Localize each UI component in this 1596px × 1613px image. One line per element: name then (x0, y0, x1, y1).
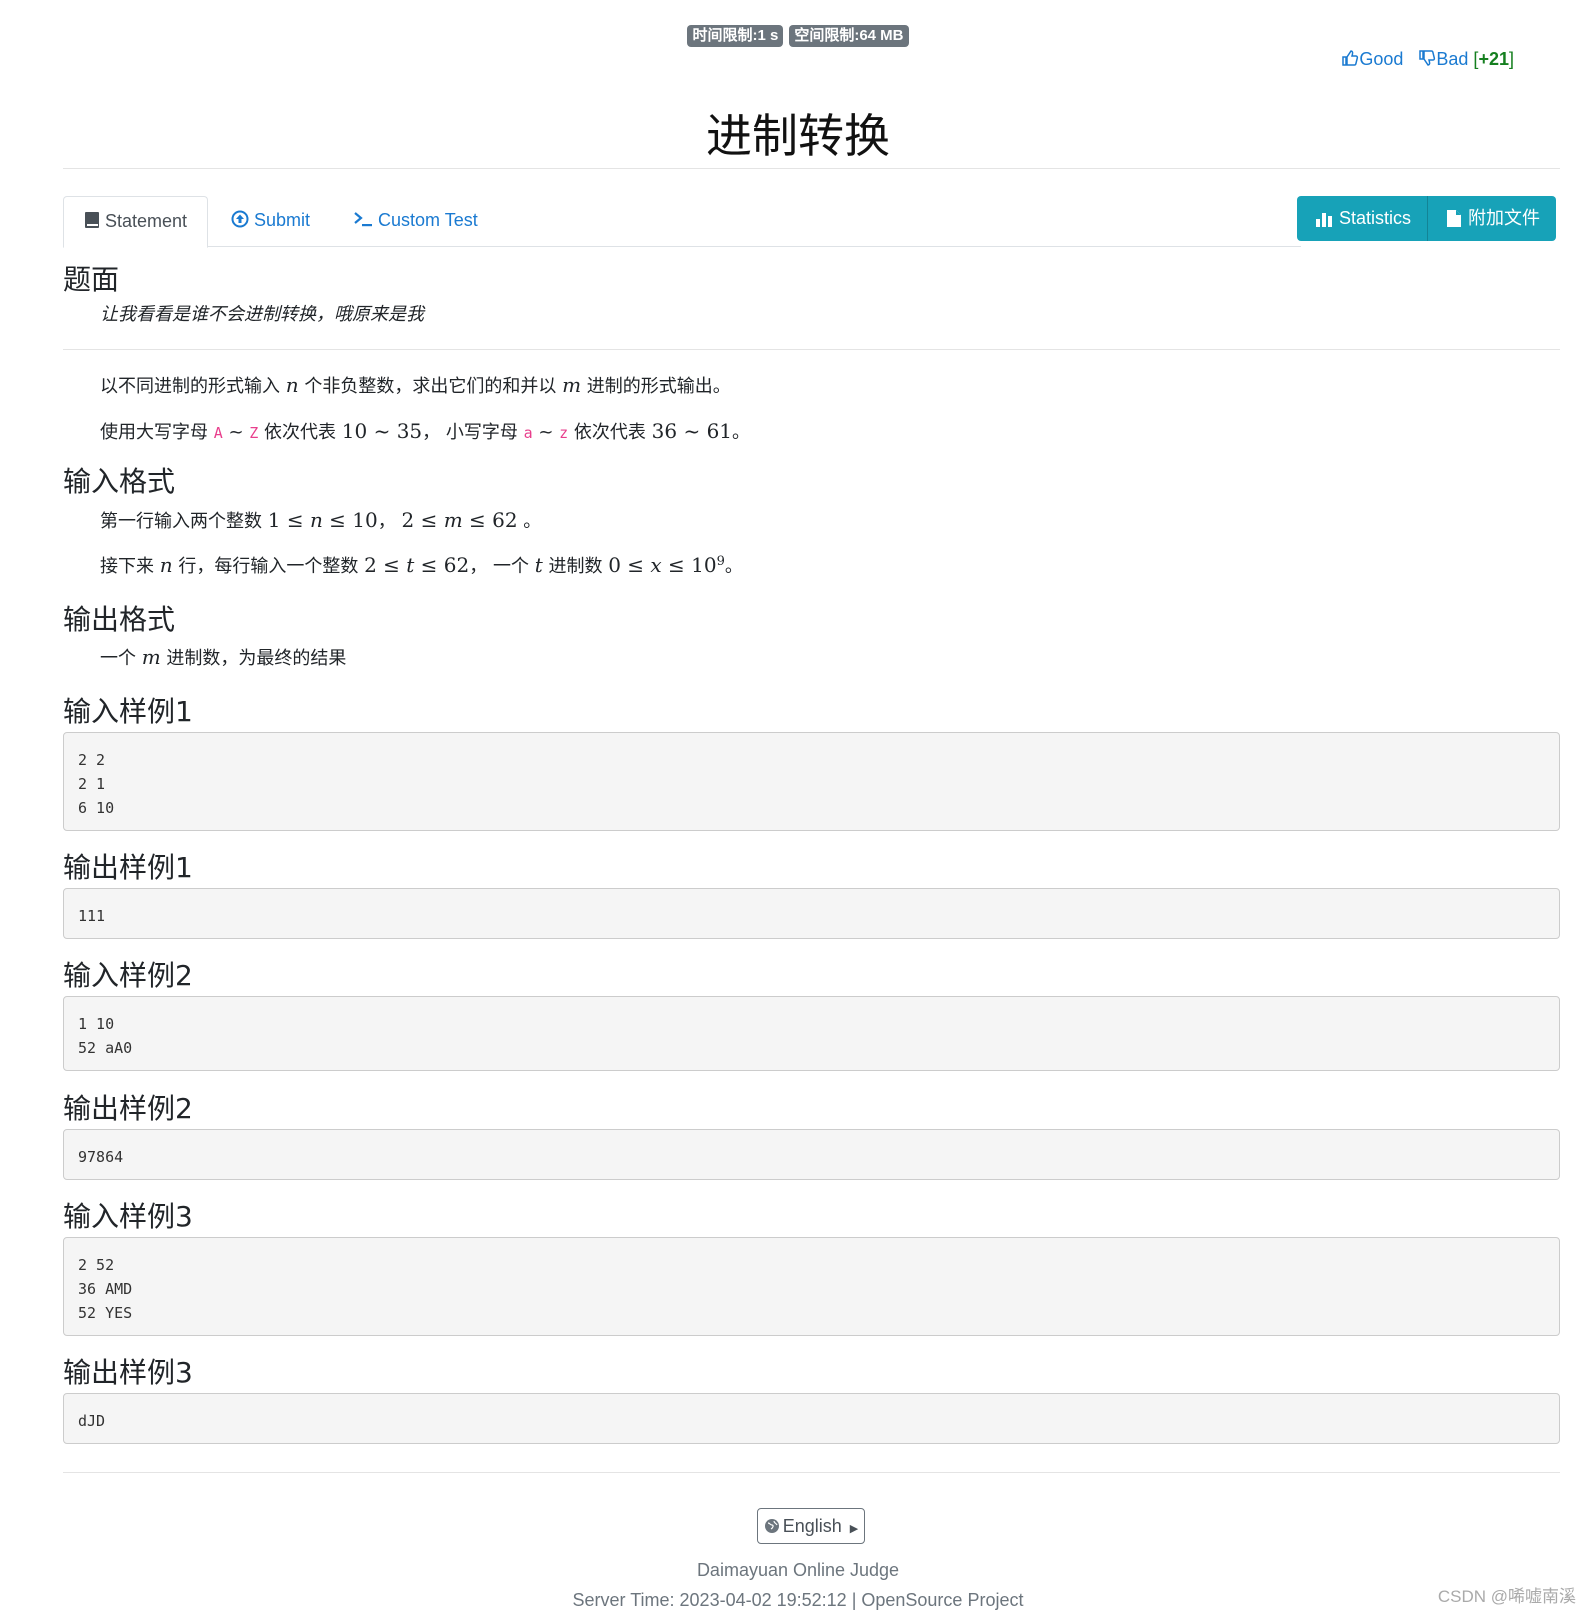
vote-score: +21 (1478, 49, 1509, 69)
statement-heading: 题面 (63, 263, 120, 296)
tab-statement-label: Statement (105, 211, 188, 231)
var-n: n (285, 373, 299, 397)
sample-input-1-heading: 输入样例1 (63, 695, 193, 728)
caret-right-icon: ▶ (849, 1523, 859, 1535)
footer-divider (63, 1472, 1560, 1473)
sample-output-2[interactable]: 97864 (63, 1129, 1560, 1180)
sample-output-2-heading: 输出样例2 (63, 1092, 193, 1125)
thumbs-down-icon (1419, 50, 1436, 66)
output-format-heading: 输出格式 (63, 603, 176, 636)
sample-input-3-heading: 输入样例3 (63, 1200, 193, 1233)
book-icon (85, 212, 99, 228)
site-name: Daimayuan Online Judge (696, 1560, 900, 1580)
sample-output-1[interactable]: 111 (63, 888, 1560, 939)
footer-info: Server Time: 2023-04-02 19:52:12 | OpenS… (572, 1590, 1024, 1610)
sample-input-2[interactable]: 1 10 52 aA0 (63, 996, 1560, 1071)
thumbs-up-icon (1342, 50, 1359, 66)
statement-quote: 让我看看是谁不会进制转换，哦原来是我 (100, 304, 424, 325)
code-lower-z: z (559, 424, 569, 442)
terminal-icon (354, 212, 372, 227)
attachments-button[interactable]: 附加文件 (1428, 196, 1556, 241)
tab-submit-label: Submit (254, 210, 311, 230)
code-upper-z: Z (249, 424, 259, 442)
sample-output-1-heading: 输出样例1 (63, 851, 193, 884)
memory-limit-badge: 空间限制:64 MB (789, 25, 909, 47)
tab-custom-test[interactable]: Custom Test (353, 196, 478, 247)
statistics-label: Statistics (1338, 208, 1411, 228)
language-select-button[interactable]: English ▶ (757, 1508, 865, 1544)
file-icon (1447, 210, 1461, 227)
watermark: CSDN @唏嘘南溪 (1437, 1587, 1576, 1606)
sample-output-3-heading: 输出样例3 (63, 1356, 193, 1389)
language-label: English (782, 1516, 842, 1536)
tab-submit[interactable]: Submit (231, 196, 310, 247)
title-divider (63, 168, 1560, 169)
opensource-project-link[interactable]: OpenSource Project (861, 1590, 1023, 1610)
globe-icon (764, 1519, 779, 1533)
upload-circle-icon (231, 210, 249, 228)
description-line-1: 以不同进制的形式输入 n 个非负整数，求出它们的和并以 m 进制的形式输出。 (100, 373, 731, 397)
sample-input-1[interactable]: 2 2 2 1 6 10 (63, 732, 1560, 831)
bar-chart-icon (1315, 212, 1332, 227)
sample-output-3[interactable]: dJD (63, 1393, 1560, 1444)
vote-good-label: Good (1359, 49, 1404, 69)
input-format-line-2: 接下来 n 行，每行输入一个整数 2 ≤ t ≤ 62， 一个 t 进制数 0 … (100, 553, 743, 577)
limits-bar: 时间限制:1 s 空间限制:64 MB (0, 25, 1596, 47)
input-format-line-1: 第一行输入两个整数 1 ≤ n ≤ 10， 2 ≤ m ≤ 62 。 (100, 508, 542, 532)
output-format-line: 一个 m 进制数，为最终的结果 (100, 645, 347, 669)
page-title: 进制转换 (706, 109, 890, 163)
sample-input-3[interactable]: 2 52 36 AMD 52 YES (63, 1237, 1560, 1336)
attachments-label: 附加文件 (1468, 208, 1540, 228)
tab-statement[interactable]: Statement (63, 196, 209, 248)
sample-input-2-heading: 输入样例2 (63, 959, 193, 992)
vote-panel: Good Bad [+21] (1331, 49, 1514, 70)
input-format-heading: 输入格式 (63, 465, 176, 498)
time-limit-badge: 时间限制:1 s (687, 25, 784, 47)
description-line-2: 使用大写字母 A ~ Z 依次代表 10 ~ 35， 小写字母 a ~ z 依次… (100, 419, 751, 443)
problem-tabs: Statement Submit Custom Test (63, 196, 1301, 248)
var-m: m (562, 373, 582, 397)
statement-divider (63, 349, 1560, 350)
statistics-button[interactable]: Statistics (1296, 196, 1428, 241)
code-lower-a: a (523, 424, 533, 442)
code-upper-a: A (213, 424, 223, 442)
server-time: Server Time: 2023-04-02 19:52:12 (572, 1590, 847, 1610)
vote-bad-label: Bad (1436, 49, 1469, 69)
tab-custom-test-label: Custom Test (378, 210, 478, 230)
problem-actions: Statistics 附加文件 (1296, 196, 1556, 241)
vote-good-button[interactable]: Good (1341, 49, 1408, 69)
vote-bad-button[interactable]: Bad (1418, 49, 1473, 69)
